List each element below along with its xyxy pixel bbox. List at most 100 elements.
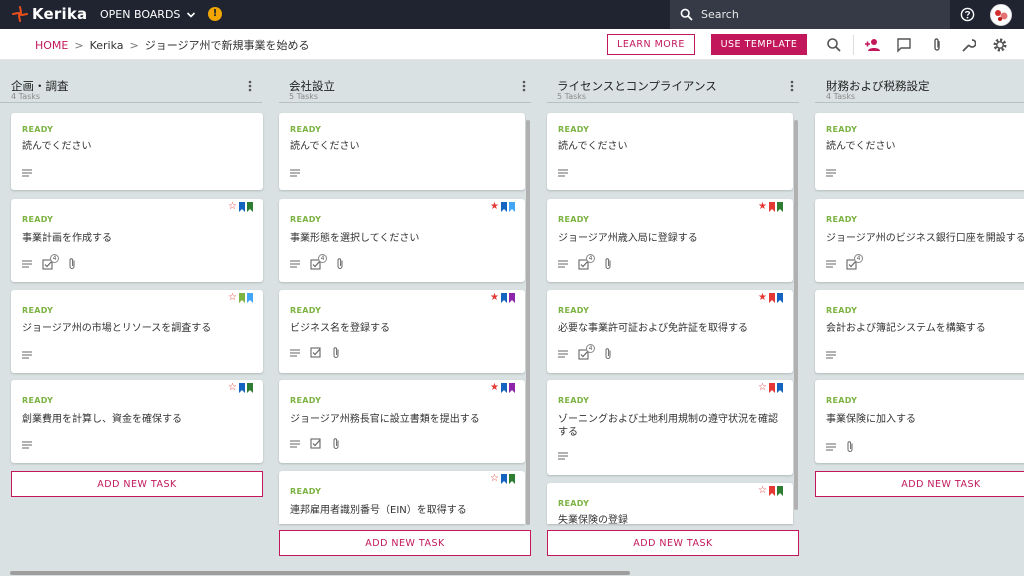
task-title: ジョージア州歳入局に登録する (558, 233, 698, 244)
bookmark-green-icon (247, 383, 253, 393)
task-status: READY (826, 125, 858, 134)
add-new-task-button[interactable]: ADD NEW TASK (547, 530, 799, 556)
task-card[interactable]: ★ READY 必要な事業許可証および免許証を取得する 4 (547, 290, 793, 373)
checklist-count: 4 (586, 344, 595, 353)
column-scrollbar[interactable] (526, 120, 530, 525)
star-filled-icon[interactable]: ★ (490, 202, 499, 212)
app-name: Kerika (32, 5, 88, 23)
task-title: 事業保険に加入する (826, 414, 916, 425)
checklist-count: 4 (586, 254, 595, 263)
use-template-button[interactable]: USE TEMPLATE (711, 34, 807, 55)
task-card[interactable]: ☆ READY 失業保険の登録 (547, 483, 793, 524)
learn-more-button[interactable]: LEARN MORE (607, 34, 695, 55)
kerika-logo-icon (12, 6, 28, 22)
bookmark-green-icon (777, 486, 783, 496)
bookmark-blue-icon (239, 202, 245, 212)
star-outline-icon[interactable]: ☆ (490, 474, 499, 484)
task-status: READY (290, 215, 322, 224)
bookmark-blue-icon (777, 383, 783, 393)
task-card[interactable]: ☆ READY 連邦雇用者識別番号（EIN）を取得する (279, 471, 525, 524)
description-icon (558, 452, 568, 460)
more-vertical-icon[interactable] (248, 80, 252, 92)
star-outline-icon[interactable]: ☆ (228, 293, 237, 303)
task-card[interactable]: ☆ READY ゾーニングおよび土地利用規制の遵守状況を確認する (547, 380, 793, 475)
task-status: READY (290, 487, 322, 496)
checklist-icon: 4 (310, 254, 327, 271)
description-icon (558, 169, 568, 177)
breadcrumb-org[interactable]: Kerika (90, 39, 124, 52)
add-new-task-button[interactable]: ADD NEW TASK (815, 471, 1024, 497)
description-icon (22, 441, 32, 449)
add-new-task-button[interactable]: ADD NEW TASK (11, 471, 263, 497)
star-outline-icon[interactable]: ☆ (758, 383, 767, 393)
star-filled-icon[interactable]: ★ (490, 383, 499, 393)
star-filled-icon[interactable]: ★ (490, 293, 499, 303)
wrench-icon[interactable] (960, 37, 976, 53)
column-header: ライセンスとコンプライアンス 5 Tasks (536, 60, 799, 106)
warning-icon[interactable]: ! (208, 7, 222, 21)
star-filled-icon[interactable]: ★ (758, 293, 767, 303)
help-icon[interactable] (960, 7, 975, 22)
bookmark-red-icon (769, 202, 775, 212)
column-header: 財務および税務設定 4 Tasks (804, 60, 1024, 106)
task-card[interactable]: ★ READY ジョージア州歳入局に登録する 4 (547, 199, 793, 282)
bookmark-blue-icon (239, 383, 245, 393)
toolbar-divider (853, 35, 854, 55)
task-icons: 4 (558, 254, 612, 271)
description-icon (290, 440, 300, 448)
task-title: 連邦雇用者識別番号（EIN）を取得する (290, 505, 467, 516)
task-card[interactable]: READY 読んでください (547, 113, 793, 190)
task-status: READY (22, 396, 54, 405)
column-finance: 財務および税務設定 4 Tasks READY 読んでください READY ジョ… (804, 60, 1024, 560)
task-status: READY (290, 306, 322, 315)
chat-icon[interactable] (896, 37, 912, 53)
task-status: READY (22, 215, 54, 224)
star-filled-icon[interactable]: ★ (758, 202, 767, 212)
kerika-logo[interactable]: Kerika (12, 5, 87, 23)
task-title: 読んでください (290, 141, 360, 152)
task-title: ジョージア州の市場とリソースを調査する (22, 323, 212, 334)
task-card[interactable]: READY 事業保険に加入する (815, 380, 1024, 463)
task-card[interactable]: READY 読んでください (279, 113, 525, 190)
board-horizontal-scrollbar[interactable] (10, 571, 630, 575)
more-vertical-icon[interactable] (790, 80, 794, 92)
task-card[interactable]: ☆ READY ジョージア州の市場とリソースを調査する (11, 290, 263, 373)
gear-icon[interactable] (992, 37, 1008, 53)
bookmark-red-icon (769, 293, 775, 303)
column-scrollbar[interactable] (794, 120, 798, 510)
task-card[interactable]: READY ジョージア州のビジネス銀行口座を開設する 4 (815, 199, 1024, 282)
breadcrumb-home[interactable]: HOME (35, 39, 68, 52)
task-card[interactable]: ★ READY ジョージア州務長官に設立書類を提出する (279, 380, 525, 463)
bookmark-blue-icon (501, 202, 507, 212)
user-avatar[interactable] (990, 4, 1012, 26)
description-icon (826, 351, 836, 359)
search-icon[interactable] (826, 37, 842, 53)
add-new-task-button[interactable]: ADD NEW TASK (279, 530, 531, 556)
task-card[interactable]: ★ READY 事業形態を選択してください 4 (279, 199, 525, 282)
more-vertical-icon[interactable] (522, 80, 526, 92)
task-status: READY (558, 215, 590, 224)
task-card[interactable]: ☆ READY 事業計画を作成する 4 (11, 199, 263, 282)
search-bar[interactable]: Search (670, 0, 950, 29)
task-title: 読んでください (22, 141, 92, 152)
chevron-down-icon (187, 11, 196, 18)
star-outline-icon[interactable]: ☆ (228, 202, 237, 212)
task-card[interactable]: READY 読んでください (815, 113, 1024, 190)
search-input[interactable]: Search (701, 8, 739, 21)
bookmark-purple-icon (509, 293, 515, 303)
open-boards-menu[interactable]: OPEN BOARDS (100, 8, 196, 21)
task-card[interactable]: ★ READY ビジネス名を登録する (279, 290, 525, 373)
task-icons: 4 (826, 254, 863, 271)
star-outline-icon[interactable]: ☆ (228, 383, 237, 393)
task-title: 事業形態を選択してください (290, 233, 420, 244)
task-card[interactable]: READY 会計および簿記システムを構築する (815, 290, 1024, 373)
attachment-icon[interactable] (929, 37, 945, 53)
attachment-icon (337, 258, 343, 269)
column-task-count: 5 Tasks (289, 92, 319, 101)
task-card[interactable]: READY 読んでください (11, 113, 263, 190)
task-tags: ☆ (758, 486, 783, 496)
add-person-icon[interactable] (864, 37, 880, 53)
star-outline-icon[interactable]: ☆ (758, 486, 767, 496)
task-status: READY (558, 125, 590, 134)
task-card[interactable]: ☆ READY 創業費用を計算し、資金を確保する (11, 380, 263, 463)
